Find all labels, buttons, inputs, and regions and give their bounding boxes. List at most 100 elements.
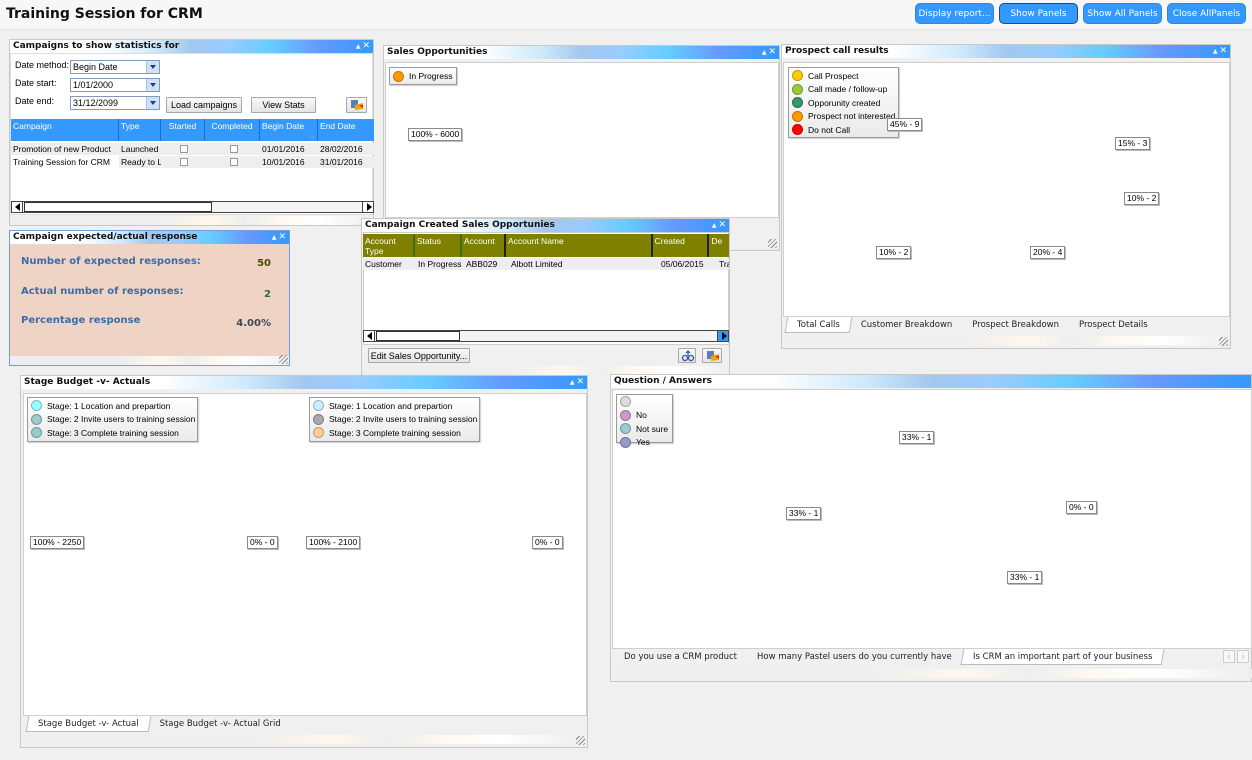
binoculars-icon [681, 350, 695, 362]
column-header[interactable]: Created [653, 234, 710, 257]
panel-title[interactable]: Stage Budget -v- Actuals ▲ ✕ [21, 376, 587, 389]
column-header[interactable]: Completed [205, 119, 260, 141]
collapse-icon[interactable]: ▲ [272, 234, 277, 241]
column-header[interactable]: Started [161, 119, 205, 141]
column-header[interactable]: De [709, 234, 729, 257]
collapse-icon[interactable]: ▲ [762, 49, 767, 56]
column-header[interactable]: Account [462, 234, 506, 257]
table-row[interactable]: Training Session for CRM Ready to L 10/0… [11, 156, 374, 168]
column-header[interactable]: Campaign [11, 119, 119, 141]
column-header[interactable]: Type [119, 119, 161, 141]
scroll-thumb[interactable] [24, 202, 212, 212]
view-stats-button[interactable]: View Stats [251, 97, 316, 113]
close-all-panels-button[interactable]: Close AllPanels [1167, 3, 1246, 24]
date-start-value: 1/01/2000 [73, 80, 114, 90]
column-header[interactable]: Begin Date ▵ [260, 119, 318, 141]
collapse-icon[interactable]: ▲ [570, 379, 575, 386]
column-header[interactable]: Account Name [506, 234, 653, 257]
panel-title[interactable]: Prospect call results ▲ ✕ [782, 45, 1230, 58]
campaigns-grid-header: Campaign Type Started Completed Begin Da… [11, 119, 374, 141]
close-icon[interactable]: ✕ [1219, 46, 1227, 56]
completed-checkbox[interactable] [205, 143, 260, 155]
export-button[interactable] [702, 348, 722, 363]
data-label: 45% - 9 [887, 118, 923, 131]
date-end-picker[interactable]: 31/12/2099 [70, 96, 160, 110]
scroll-left-icon[interactable] [12, 202, 23, 212]
date-method-select[interactable]: Begin Date [70, 60, 160, 74]
tab-scroll-left-icon[interactable]: ‹ [1223, 650, 1235, 663]
column-header[interactable]: Status [415, 234, 462, 257]
display-report-button[interactable]: Display report... [915, 3, 994, 24]
horizontal-scrollbar[interactable] [11, 201, 374, 213]
tab-scroll-right-icon[interactable]: › [1237, 650, 1249, 663]
tab-total-calls[interactable]: Total Calls [784, 317, 853, 333]
panel-title[interactable]: Campaign Created Sales Opportunies ▲ ✕ [362, 219, 729, 232]
tab-question-2[interactable]: How many Pastel users do you currently h… [747, 649, 962, 665]
panel-title[interactable]: Campaign expected/actual response ▲ ✕ [10, 231, 289, 244]
tab-stage-budget-actual[interactable]: Stage Budget -v- Actual [25, 716, 151, 732]
cell-begin-date: 01/01/2016 [262, 144, 305, 154]
legend-label: Not sure [636, 423, 669, 434]
panel-title[interactable]: Campaigns to show statistics for ▲ ✕ [10, 40, 373, 53]
panel-title[interactable]: Sales Opportunities ▲ ✕ [384, 46, 779, 59]
collapse-icon[interactable]: ▲ [356, 43, 361, 50]
tab-label: Stage Budget -v- Actual [38, 719, 139, 729]
actual-responses-value: 2 [264, 289, 271, 300]
close-icon[interactable]: ✕ [278, 232, 286, 242]
export-button[interactable] [346, 97, 367, 113]
date-end-value: 31/12/2099 [73, 98, 119, 108]
resize-grip[interactable] [768, 239, 777, 248]
started-checkbox[interactable] [161, 143, 205, 155]
scroll-thumb[interactable] [376, 331, 460, 341]
status-strip [22, 735, 587, 744]
tab-stage-budget-actual-grid[interactable]: Stage Budget -v- Actual Grid [150, 716, 291, 732]
scroll-right-icon[interactable] [362, 202, 373, 212]
collapse-icon[interactable]: ▲ [1213, 48, 1218, 55]
table-row[interactable]: Promotion of new Product Launched 01/01/… [11, 143, 374, 155]
chevron-down-icon[interactable] [146, 97, 159, 109]
load-campaigns-button[interactable]: Load campaigns [166, 97, 242, 113]
data-label: 100% - 2250 [30, 536, 85, 549]
resize-grip[interactable] [576, 736, 585, 745]
collapse-icon[interactable]: ▲ [712, 222, 717, 229]
legend-item [617, 395, 672, 409]
chevron-down-icon[interactable] [146, 79, 159, 91]
show-all-panels-button[interactable]: Show All Panels [1083, 3, 1162, 24]
show-panels-button[interactable]: Show Panels [999, 3, 1078, 24]
opportunities-grid-header: Account Type Status Account Account Name… [363, 234, 729, 257]
date-start-picker[interactable]: 1/01/2000 [70, 78, 160, 92]
chevron-down-icon[interactable] [146, 61, 159, 73]
legend-swatch-icon [620, 436, 631, 448]
scroll-right-icon[interactable] [717, 331, 728, 341]
tab-prospect-breakdown[interactable]: Prospect Breakdown [962, 317, 1069, 333]
data-label: 33% - 1 [786, 507, 822, 520]
legend-item: Not sure [617, 422, 672, 436]
question-answers-panel: Question / Answers No Not sure Yes 33% - 1… [610, 374, 1252, 682]
date-start-label: Date start: [15, 78, 57, 88]
started-checkbox[interactable] [161, 156, 205, 168]
cell-begin-date: 10/01/2016 [262, 157, 305, 167]
tab-customer-breakdown[interactable]: Customer Breakdown [851, 317, 962, 333]
completed-checkbox[interactable] [205, 156, 260, 168]
panel-title[interactable]: Question / Answers [611, 375, 1251, 388]
edit-sales-opportunity-button[interactable]: Edit Sales Opportunity... [368, 348, 470, 363]
resize-grip[interactable] [279, 355, 288, 364]
close-icon[interactable]: ✕ [576, 377, 584, 387]
scroll-left-icon[interactable] [364, 331, 375, 341]
column-header[interactable]: End Date [318, 119, 374, 141]
find-button[interactable] [678, 348, 696, 363]
table-row[interactable]: Customer In Progress ABB029 Albott Limit… [363, 258, 729, 270]
cell-campaign: Promotion of new Product [13, 144, 111, 154]
tab-prospect-details[interactable]: Prospect Details [1069, 317, 1158, 333]
column-header[interactable]: Account Type [363, 234, 415, 257]
close-icon[interactable]: ✕ [768, 47, 776, 57]
status-strip [11, 216, 373, 225]
panel-title-text: Campaign expected/actual response [13, 232, 198, 242]
close-icon[interactable]: ✕ [362, 41, 370, 51]
tab-question-3[interactable]: Is CRM an important part of your busines… [960, 649, 1165, 665]
panel-title-text: Question / Answers [614, 376, 712, 386]
tab-question-1[interactable]: Do you use a CRM product [614, 649, 747, 665]
close-icon[interactable]: ✕ [718, 220, 726, 230]
horizontal-scrollbar[interactable] [363, 330, 729, 342]
resize-grip[interactable] [1219, 337, 1228, 346]
